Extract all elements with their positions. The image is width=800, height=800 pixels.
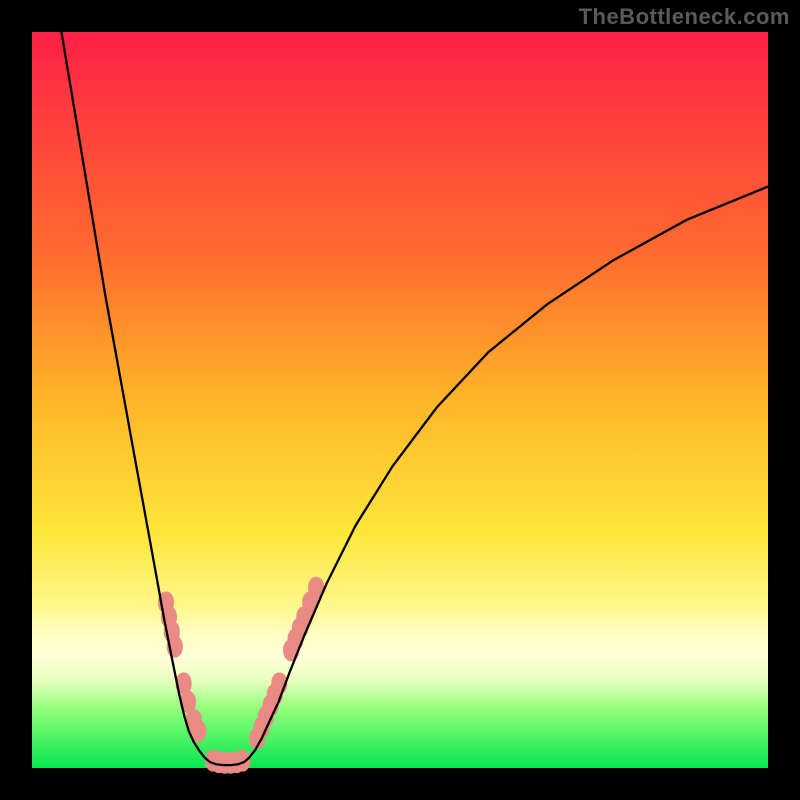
chart-frame: TheBottleneck.com: [0, 0, 800, 800]
watermark-text: TheBottleneck.com: [579, 4, 790, 30]
plot-gradient-background: [32, 32, 768, 768]
